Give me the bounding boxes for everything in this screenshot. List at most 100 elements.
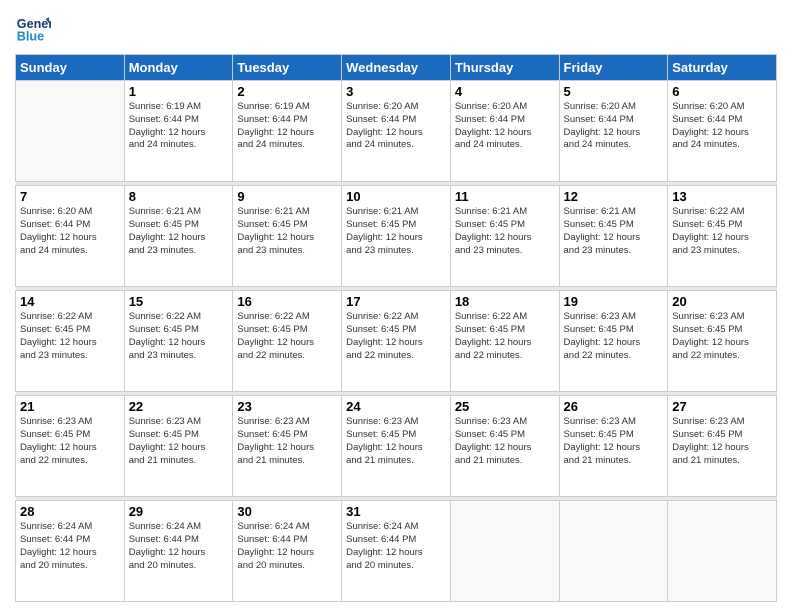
day-number: 17 xyxy=(346,294,446,309)
day-number: 13 xyxy=(672,189,772,204)
day-info: Sunrise: 6:23 AM Sunset: 6:45 PM Dayligh… xyxy=(20,416,120,467)
calendar-cell: 30 Sunrise: 6:24 AM Sunset: 6:44 PM Dayli… xyxy=(233,501,342,602)
calendar-cell: 6Sunrise: 6:20 AM Sunset: 6:44 PM Daylig… xyxy=(668,81,777,182)
calendar-week-row: 7 Sunrise: 6:20 AM Sunset: 6:44 PM Daylig… xyxy=(16,186,777,287)
day-info: Sunrise: 6:24 AM Sunset: 6:44 PM Dayligh… xyxy=(346,521,446,572)
day-info: Sunrise: 6:22 AM Sunset: 6:45 PM Dayligh… xyxy=(455,311,555,362)
day-number: 15 xyxy=(129,294,229,309)
calendar-cell: 5 Sunrise: 6:20 AM Sunset: 6:44 PM Daylig… xyxy=(559,81,668,182)
day-info: Sunrise: 6:21 AM Sunset: 6:45 PM Dayligh… xyxy=(129,206,229,257)
weekday-header-saturday: Saturday xyxy=(668,55,777,81)
calendar-cell: 24Sunrise: 6:23 AM Sunset: 6:45 PM Dayli… xyxy=(342,396,451,497)
day-info: Sunrise: 6:22 AM Sunset: 6:45 PM Dayligh… xyxy=(20,311,120,362)
day-number: 30 xyxy=(237,504,337,519)
day-number: 29 xyxy=(129,504,229,519)
day-number: 23 xyxy=(237,399,337,414)
calendar-cell: 29 Sunrise: 6:24 AM Sunset: 6:44 PM Dayli… xyxy=(124,501,233,602)
calendar-cell xyxy=(16,81,125,182)
calendar-cell: 4 Sunrise: 6:20 AM Sunset: 6:44 PM Daylig… xyxy=(450,81,559,182)
calendar-week-row: 1 Sunrise: 6:19 AM Sunset: 6:44 PM Daylig… xyxy=(16,81,777,182)
day-number: 31 xyxy=(346,504,446,519)
calendar-cell: 3 Sunrise: 6:20 AM Sunset: 6:44 PM Daylig… xyxy=(342,81,451,182)
day-info: Sunrise: 6:21 AM Sunset: 6:45 PM Dayligh… xyxy=(237,206,337,257)
day-info: Sunrise: 6:23 AM Sunset: 6:45 PM Dayligh… xyxy=(129,416,229,467)
day-number: 19 xyxy=(564,294,664,309)
logo-icon: General Blue xyxy=(15,10,51,46)
day-number: 1 xyxy=(129,84,229,99)
day-number: 7 xyxy=(20,189,120,204)
calendar-cell: 27 Sunrise: 6:23 AM Sunset: 6:45 PM Dayli… xyxy=(668,396,777,497)
calendar-cell: 17 Sunrise: 6:22 AM Sunset: 6:45 PM Dayli… xyxy=(342,291,451,392)
calendar-cell xyxy=(559,501,668,602)
calendar-cell: 14 Sunrise: 6:22 AM Sunset: 6:45 PM Dayli… xyxy=(16,291,125,392)
calendar-cell: 12Sunrise: 6:21 AM Sunset: 6:45 PM Dayli… xyxy=(559,186,668,287)
calendar-cell: 9 Sunrise: 6:21 AM Sunset: 6:45 PM Daylig… xyxy=(233,186,342,287)
day-number: 11 xyxy=(455,189,555,204)
day-info: Sunrise: 6:20 AM Sunset: 6:44 PM Dayligh… xyxy=(20,206,120,257)
day-info: Sunrise: 6:21 AM Sunset: 6:45 PM Dayligh… xyxy=(564,206,664,257)
calendar-cell: 10Sunrise: 6:21 AM Sunset: 6:45 PM Dayli… xyxy=(342,186,451,287)
day-number: 6 xyxy=(672,84,772,99)
day-number: 25 xyxy=(455,399,555,414)
page: General Blue SundayMondayTuesdayWednesda… xyxy=(0,0,792,612)
day-number: 9 xyxy=(237,189,337,204)
day-number: 18 xyxy=(455,294,555,309)
calendar-cell: 28 Sunrise: 6:24 AM Sunset: 6:44 PM Dayli… xyxy=(16,501,125,602)
day-number: 26 xyxy=(564,399,664,414)
day-info: Sunrise: 6:23 AM Sunset: 6:45 PM Dayligh… xyxy=(672,416,772,467)
calendar-cell: 7 Sunrise: 6:20 AM Sunset: 6:44 PM Daylig… xyxy=(16,186,125,287)
calendar-cell: 2Sunrise: 6:19 AM Sunset: 6:44 PM Daylig… xyxy=(233,81,342,182)
calendar-cell: 22 Sunrise: 6:23 AM Sunset: 6:45 PM Dayli… xyxy=(124,396,233,497)
day-number: 20 xyxy=(672,294,772,309)
day-info: Sunrise: 6:20 AM Sunset: 6:44 PM Dayligh… xyxy=(455,101,555,152)
day-number: 8 xyxy=(129,189,229,204)
day-info: Sunrise: 6:23 AM Sunset: 6:45 PM Dayligh… xyxy=(237,416,337,467)
day-info: Sunrise: 6:24 AM Sunset: 6:44 PM Dayligh… xyxy=(20,521,120,572)
day-number: 4 xyxy=(455,84,555,99)
calendar-cell: 23 Sunrise: 6:23 AM Sunset: 6:45 PM Dayli… xyxy=(233,396,342,497)
calendar-cell: 1 Sunrise: 6:19 AM Sunset: 6:44 PM Daylig… xyxy=(124,81,233,182)
day-number: 27 xyxy=(672,399,772,414)
calendar-cell: 26 Sunrise: 6:23 AM Sunset: 6:45 PM Dayli… xyxy=(559,396,668,497)
weekday-header-wednesday: Wednesday xyxy=(342,55,451,81)
day-info: Sunrise: 6:22 AM Sunset: 6:45 PM Dayligh… xyxy=(346,311,446,362)
weekday-header-monday: Monday xyxy=(124,55,233,81)
calendar: SundayMondayTuesdayWednesdayThursdayFrid… xyxy=(15,54,777,602)
calendar-cell: 16Sunrise: 6:22 AM Sunset: 6:45 PM Dayli… xyxy=(233,291,342,392)
weekday-header-thursday: Thursday xyxy=(450,55,559,81)
weekday-header-sunday: Sunday xyxy=(16,55,125,81)
day-number: 3 xyxy=(346,84,446,99)
day-number: 5 xyxy=(564,84,664,99)
day-info: Sunrise: 6:20 AM Sunset: 6:44 PM Dayligh… xyxy=(346,101,446,152)
calendar-week-row: 28 Sunrise: 6:24 AM Sunset: 6:44 PM Dayli… xyxy=(16,501,777,602)
svg-text:Blue: Blue xyxy=(17,30,44,44)
calendar-cell: 20Sunrise: 6:23 AM Sunset: 6:45 PM Dayli… xyxy=(668,291,777,392)
day-info: Sunrise: 6:23 AM Sunset: 6:45 PM Dayligh… xyxy=(346,416,446,467)
day-info: Sunrise: 6:19 AM Sunset: 6:44 PM Dayligh… xyxy=(129,101,229,152)
calendar-cell: 19 Sunrise: 6:23 AM Sunset: 6:45 PM Dayli… xyxy=(559,291,668,392)
calendar-cell: 15Sunrise: 6:22 AM Sunset: 6:45 PM Dayli… xyxy=(124,291,233,392)
day-number: 14 xyxy=(20,294,120,309)
calendar-week-row: 14 Sunrise: 6:22 AM Sunset: 6:45 PM Dayli… xyxy=(16,291,777,392)
calendar-cell: 21Sunrise: 6:23 AM Sunset: 6:45 PM Dayli… xyxy=(16,396,125,497)
day-info: Sunrise: 6:23 AM Sunset: 6:45 PM Dayligh… xyxy=(455,416,555,467)
calendar-cell xyxy=(450,501,559,602)
logo: General Blue xyxy=(15,10,55,46)
day-info: Sunrise: 6:23 AM Sunset: 6:45 PM Dayligh… xyxy=(564,311,664,362)
calendar-cell: 11Sunrise: 6:21 AM Sunset: 6:45 PM Dayli… xyxy=(450,186,559,287)
calendar-cell: 25 Sunrise: 6:23 AM Sunset: 6:45 PM Dayli… xyxy=(450,396,559,497)
weekday-header-row: SundayMondayTuesdayWednesdayThursdayFrid… xyxy=(16,55,777,81)
header: General Blue xyxy=(15,10,777,46)
day-info: Sunrise: 6:24 AM Sunset: 6:44 PM Dayligh… xyxy=(129,521,229,572)
day-number: 22 xyxy=(129,399,229,414)
weekday-header-tuesday: Tuesday xyxy=(233,55,342,81)
day-info: Sunrise: 6:23 AM Sunset: 6:45 PM Dayligh… xyxy=(564,416,664,467)
day-info: Sunrise: 6:21 AM Sunset: 6:45 PM Dayligh… xyxy=(346,206,446,257)
day-info: Sunrise: 6:24 AM Sunset: 6:44 PM Dayligh… xyxy=(237,521,337,572)
day-info: Sunrise: 6:20 AM Sunset: 6:44 PM Dayligh… xyxy=(564,101,664,152)
day-number: 28 xyxy=(20,504,120,519)
calendar-cell: 8 Sunrise: 6:21 AM Sunset: 6:45 PM Daylig… xyxy=(124,186,233,287)
day-info: Sunrise: 6:19 AM Sunset: 6:44 PM Dayligh… xyxy=(237,101,337,152)
day-info: Sunrise: 6:22 AM Sunset: 6:45 PM Dayligh… xyxy=(237,311,337,362)
weekday-header-friday: Friday xyxy=(559,55,668,81)
